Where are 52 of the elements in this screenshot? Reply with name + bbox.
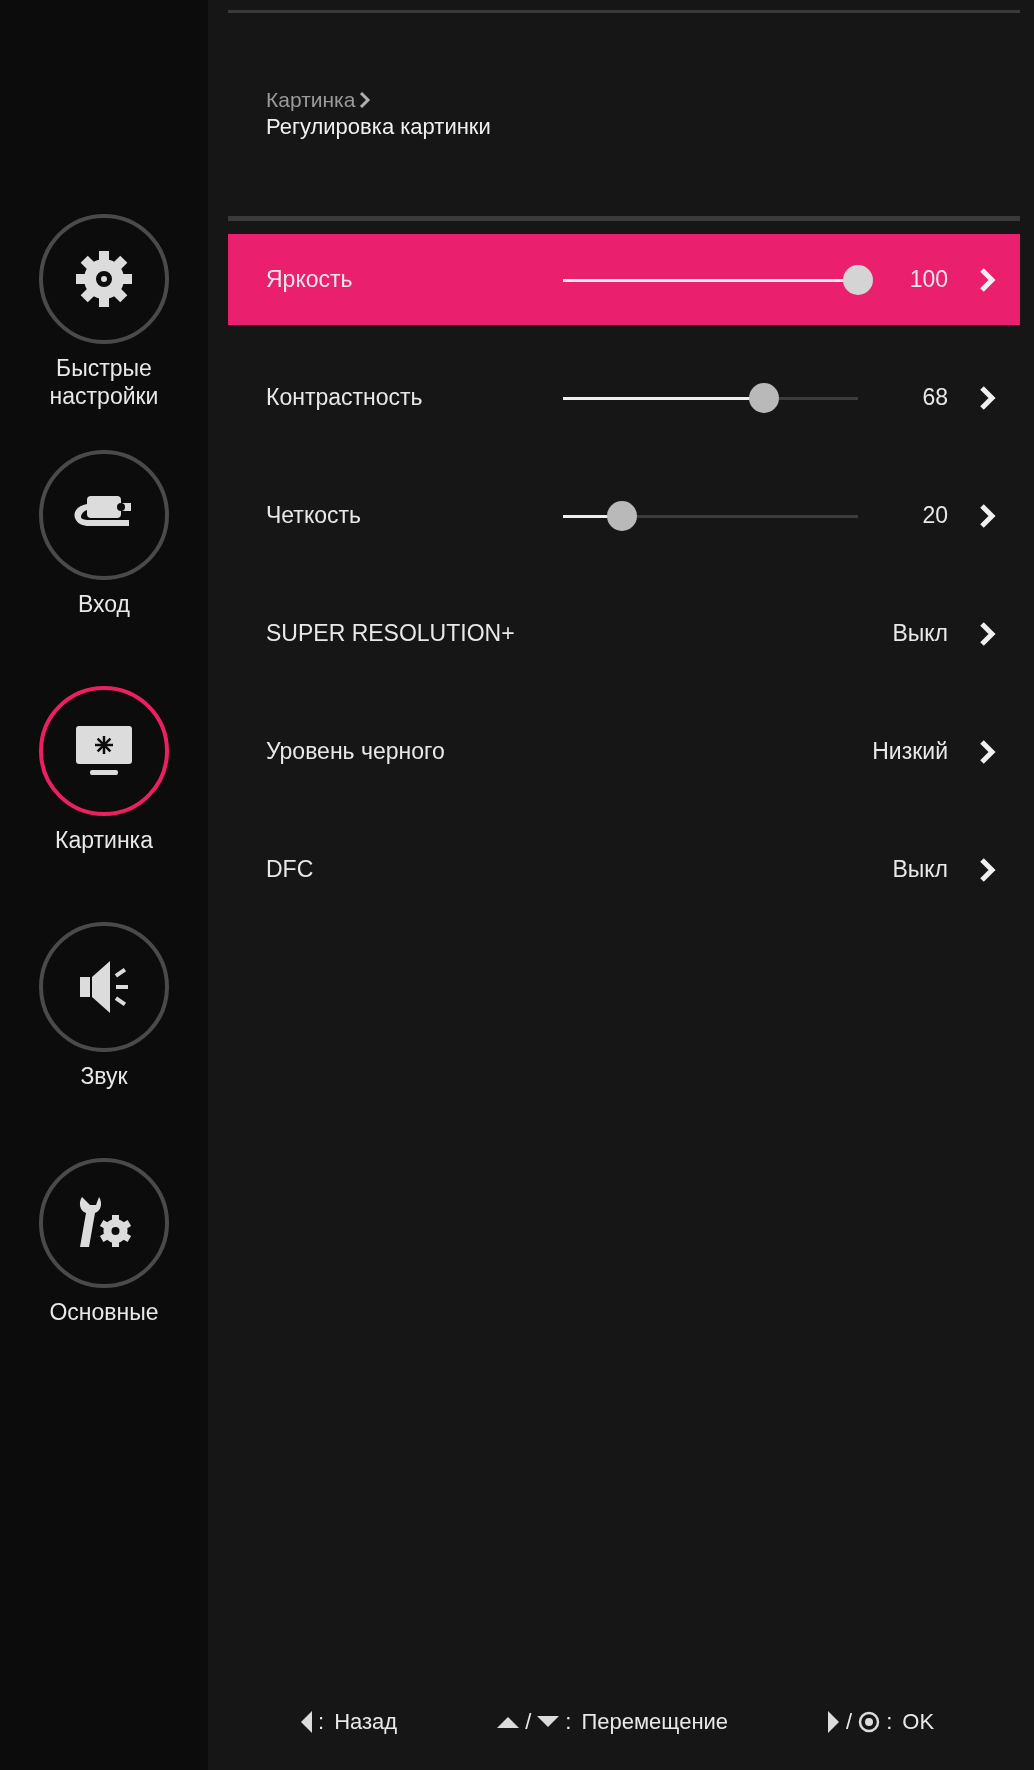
menu-tab-label: Картинка <box>54 826 154 854</box>
hint-label: Назад <box>334 1709 398 1735</box>
breadcrumb-text: Картинка <box>266 88 356 112</box>
chevron-right-icon <box>979 856 997 883</box>
target-icon <box>858 1711 881 1733</box>
colon-text: : <box>886 1709 893 1735</box>
setting-label: SUPER RESOLUTION+ <box>265 620 516 647</box>
setting-label: Контрастность <box>265 384 424 411</box>
setting-value: 100 <box>908 266 949 293</box>
setting-value: Выкл <box>891 856 949 883</box>
setting-row[interactable]: DFC Выкл <box>228 824 1020 915</box>
chevron-right-icon <box>359 91 372 109</box>
down-triangle-icon <box>537 1716 560 1728</box>
chevron-right-icon <box>979 738 997 765</box>
menu-tab-button[interactable] <box>39 686 169 816</box>
colon-text: : <box>565 1709 572 1735</box>
menu-tab-label: Вход <box>77 590 131 618</box>
menu-tab-button[interactable] <box>39 1158 169 1288</box>
setting-label: Четкость <box>265 502 363 529</box>
setting-label: DFC <box>265 856 315 883</box>
chevron-right-icon <box>979 502 997 529</box>
slash-text: / <box>846 1709 853 1735</box>
right-triangle-icon <box>828 1711 841 1733</box>
setting-row[interactable]: Четкость 20 <box>228 470 1020 561</box>
setting-label: Яркость <box>265 266 354 293</box>
setting-row[interactable]: SUPER RESOLUTION+ Выкл <box>228 588 1020 679</box>
hint-label: OK <box>902 1709 935 1735</box>
setting-value: 68 <box>921 384 949 411</box>
setting-row[interactable]: Контрастность 68 <box>228 352 1020 443</box>
menu-tab-label: Быстрые настройки <box>48 354 160 410</box>
menu-tab-button[interactable] <box>39 922 169 1052</box>
menu-tab-button[interactable] <box>39 450 169 580</box>
menu-tab-label: Основные <box>48 1298 160 1326</box>
hint-label: Перемещение <box>581 1709 729 1735</box>
chevron-right-icon <box>979 384 997 411</box>
menu-tab-button[interactable] <box>39 214 169 344</box>
menu-tab-label: Звук <box>79 1062 129 1090</box>
slider-thumb[interactable] <box>607 500 637 531</box>
setting-value: 20 <box>921 502 949 529</box>
setting-label: Уровень черного <box>265 738 446 765</box>
up-triangle-icon <box>497 1716 520 1728</box>
slider-thumb[interactable] <box>843 264 873 295</box>
slider-thumb[interactable] <box>748 382 779 413</box>
setting-value: Выкл <box>891 620 949 647</box>
left-triangle-icon <box>300 1711 312 1733</box>
colon-text: : <box>318 1709 325 1735</box>
setting-value: Низкий <box>871 738 949 765</box>
chevron-right-icon <box>979 620 997 647</box>
chevron-right-icon <box>979 266 997 293</box>
slash-text: / <box>525 1709 532 1735</box>
page-title: Регулировка картинки <box>266 114 492 140</box>
setting-row[interactable]: Уровень черного Низкий <box>228 706 1020 797</box>
